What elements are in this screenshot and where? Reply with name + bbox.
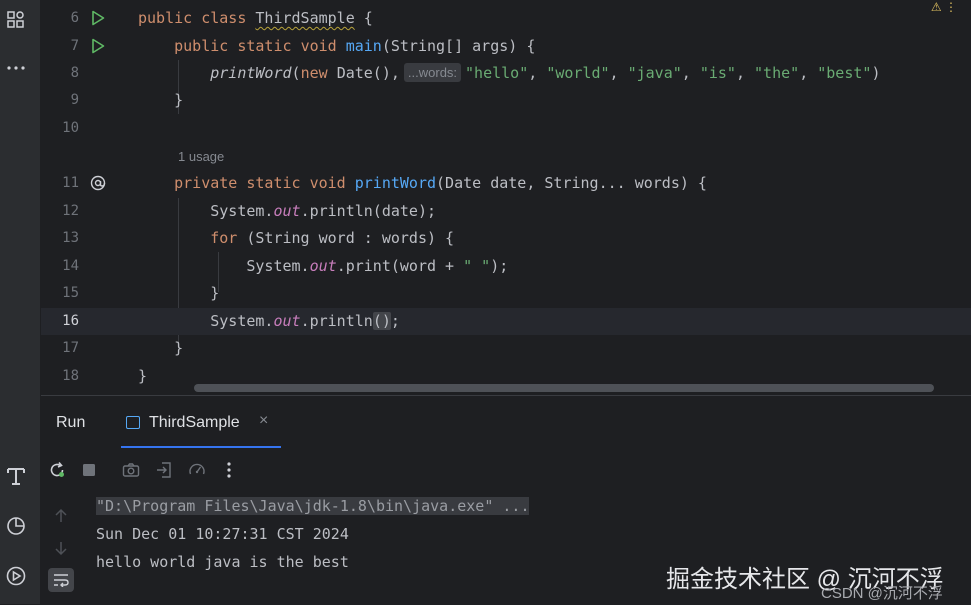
line-number: 14 — [62, 258, 79, 274]
line-number: 11 — [62, 175, 79, 191]
line-number: 7 — [70, 38, 79, 54]
parameter-hint: ...words: — [403, 63, 462, 82]
code-text: System.out.println(); — [210, 312, 400, 330]
code-text: for (String word : words) { — [210, 229, 455, 247]
console-line: hello world java is the best — [96, 553, 349, 571]
profiler-icon[interactable] — [4, 514, 28, 538]
code-line[interactable]: 8 printWord(new Date(), ...words: "hello",… — [41, 60, 971, 87]
console-tab-icon — [126, 416, 140, 429]
code-text: public static void main(String[] args) { — [174, 37, 536, 55]
code-text: } — [138, 367, 148, 385]
line-number: 17 — [62, 340, 79, 356]
code-line[interactable]: 15 } — [41, 280, 971, 307]
matched-bracket: () — [372, 312, 391, 330]
code-text: } — [210, 284, 220, 302]
code-text: private static void printWord(Date date,… — [174, 174, 707, 192]
usage-hint-line: 1 usage — [41, 143, 971, 170]
line-number: 10 — [62, 120, 79, 136]
rerun-icon[interactable] — [45, 458, 69, 482]
console-sidebar — [41, 492, 81, 605]
code-line[interactable]: 7 public static void main(String[] args)… — [41, 33, 971, 60]
run-toolbar — [41, 452, 971, 488]
console-line: Sun Dec 01 10:27:31 CST 2024 — [96, 525, 349, 543]
line-number: 16 — [62, 313, 79, 329]
arrow-down-icon[interactable] — [49, 536, 73, 560]
more-options-icon[interactable] — [217, 458, 241, 482]
tab-label: ThirdSample — [149, 414, 240, 431]
code-line[interactable]: 11 private static void printWord(Date da… — [41, 170, 971, 197]
code-text: public class ThirdSample { — [138, 9, 373, 27]
run-class-icon[interactable] — [89, 9, 107, 27]
horizontal-scrollbar[interactable] — [194, 384, 934, 392]
line-number: 8 — [70, 65, 79, 81]
watermark-csdn: CSDN @沉河不浮 — [821, 585, 943, 602]
console-command-line: "D:\Program Files\Java\jdk-1.8\bin\java.… — [96, 497, 530, 515]
code-line[interactable]: 13 for (String word : words) { — [41, 225, 971, 252]
code-line[interactable]: 6 public class ThirdSample { — [41, 5, 971, 32]
soft-wrap-icon[interactable] — [48, 568, 74, 592]
code-text: System.out.print(word + " "); — [246, 257, 509, 275]
code-editor[interactable]: ⚠ ⋮ 6 public class ThirdSample { 7 publi… — [41, 0, 971, 394]
line-number: 6 — [70, 10, 79, 26]
stop-icon[interactable] — [77, 458, 101, 482]
gauge-icon[interactable] — [185, 458, 209, 482]
arrow-up-icon[interactable] — [49, 504, 73, 528]
code-line-current[interactable]: 16 System.out.println(); — [41, 308, 971, 335]
line-number: 9 — [70, 92, 79, 108]
typography-icon[interactable] — [4, 464, 28, 488]
usage-hint[interactable]: 1 usage — [178, 143, 224, 170]
console-output[interactable]: "D:\Program Files\Java\jdk-1.8\bin\java.… — [96, 492, 530, 576]
line-number: 15 — [62, 285, 79, 301]
project-structure-icon[interactable] — [4, 8, 28, 32]
close-tab-button[interactable]: × — [259, 412, 268, 430]
annotation-at-icon[interactable] — [89, 174, 107, 192]
camera-icon[interactable] — [119, 458, 143, 482]
code-text: } — [174, 339, 184, 357]
activity-bar — [0, 0, 41, 604]
code-text: printWord(new Date(), ...words: "hello", "… — [210, 63, 881, 82]
more-tools-icon[interactable] — [4, 56, 28, 80]
line-number: 18 — [62, 368, 79, 384]
import-icon[interactable] — [152, 458, 176, 482]
line-number: 12 — [62, 203, 79, 219]
run-panel-title: Run — [56, 414, 86, 431]
run-main-icon[interactable] — [89, 37, 107, 55]
code-text: } — [174, 91, 184, 109]
code-text: System.out.println(date); — [210, 202, 437, 220]
code-line[interactable]: 17 } — [41, 335, 971, 362]
code-line[interactable]: 12 System.out.println(date); — [41, 198, 971, 225]
run-tool-window: Run ThirdSample × "D:\Program Files\Java… — [41, 395, 971, 605]
code-line[interactable]: 14 System.out.print(word + " "); — [41, 253, 971, 280]
code-line[interactable]: 10 — [41, 115, 971, 142]
services-icon[interactable] — [4, 564, 28, 588]
line-number: 13 — [62, 230, 79, 246]
code-line[interactable]: 9 } — [41, 87, 971, 114]
tab-thirdsample[interactable]: ThirdSample × — [121, 396, 281, 448]
